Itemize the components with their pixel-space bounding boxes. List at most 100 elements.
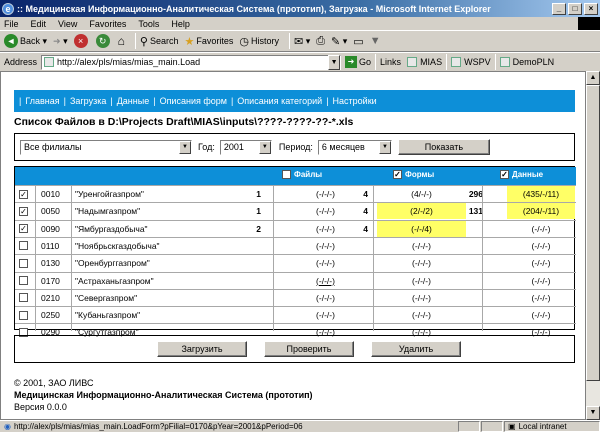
row-name: "Астраханьгазпром" xyxy=(75,275,154,286)
link-mias[interactable]: MIAS xyxy=(407,57,442,67)
link-wspv[interactable]: WSPV xyxy=(451,57,491,67)
back-button[interactable]: ◄ Back ▾ xyxy=(4,34,47,48)
row-data-status: (204/-/11) xyxy=(507,203,575,220)
load-button[interactable]: Загрузить xyxy=(157,341,247,357)
windows-logo-icon xyxy=(578,17,600,30)
menu-file[interactable]: File xyxy=(4,19,19,29)
row-checkbox[interactable]: ✓ xyxy=(19,224,28,234)
row-forms-status: (2/-/2) xyxy=(377,203,466,220)
nav-form-descriptions[interactable]: Описания форм xyxy=(160,96,227,106)
discuss-icon: ▭ xyxy=(353,35,364,48)
maximize-button[interactable]: □ xyxy=(568,2,582,15)
row-files-count: 1 xyxy=(256,206,261,217)
row-code: 0090 xyxy=(41,223,60,234)
nav-data[interactable]: Данные xyxy=(117,96,150,106)
row-checkbox[interactable] xyxy=(19,258,28,268)
back-arrow-icon: ◄ xyxy=(4,34,18,48)
row-name: "Уренгойгазпром" xyxy=(75,189,144,199)
history-icon: ◷ xyxy=(239,35,249,48)
page-icon xyxy=(499,57,510,67)
nav-home[interactable]: Главная xyxy=(25,96,59,106)
mail-icon: ✉ xyxy=(293,35,304,48)
period-select[interactable]: 6 месяцев ▼ xyxy=(317,139,392,155)
row-files-count: 1 xyxy=(256,189,261,199)
year-value: 2001 xyxy=(223,142,244,152)
column-divider xyxy=(482,185,483,331)
files-table: Файлы ✓ Формы ✓ Данные ✓ 0010 "Уренгойгазпро… xyxy=(14,166,576,337)
link-demopln[interactable]: DemoPLN xyxy=(499,57,554,67)
menu-favorites[interactable]: Favorites xyxy=(89,19,126,29)
nav-separator: | xyxy=(153,96,156,106)
menu-help[interactable]: Help xyxy=(171,19,190,29)
status-text: http://alex/pls/mias/mias_main.LoadForm?… xyxy=(13,422,303,431)
minimize-button[interactable]: _ xyxy=(552,2,566,15)
row-files-count xyxy=(255,273,261,289)
row-forms-count: 4 xyxy=(363,206,368,217)
address-input[interactable]: http://alex/pls/mias/mias_main.Load ▼ xyxy=(41,54,342,70)
row-files-count xyxy=(255,307,261,323)
row-files-count xyxy=(255,290,261,306)
close-button[interactable]: × xyxy=(584,2,598,15)
branch-select[interactable]: Все филиалы ▼ xyxy=(20,139,192,155)
menu-view[interactable]: View xyxy=(58,19,77,29)
row-code: 0010 xyxy=(41,189,60,199)
forward-button[interactable]: ➜ ▾ xyxy=(53,36,68,47)
intranet-icon: ▣ xyxy=(508,422,516,431)
stop-button[interactable]: × xyxy=(73,34,90,48)
nav-separator: | xyxy=(19,96,22,106)
row-checkbox[interactable] xyxy=(19,310,28,320)
menu-tools[interactable]: Tools xyxy=(138,19,159,29)
address-dropdown-button[interactable]: ▼ xyxy=(328,54,341,70)
scroll-down-button[interactable]: ▼ xyxy=(586,406,600,420)
nav-settings[interactable]: Настройки xyxy=(333,96,377,106)
row-forms-count xyxy=(356,307,368,323)
files-header-checkbox[interactable] xyxy=(282,170,291,179)
row-data-status: (-/-/-) xyxy=(531,275,551,286)
row-data-count: 296 xyxy=(468,189,483,199)
row-forms-status: (-/-/-) xyxy=(412,275,431,286)
favorites-label: Favorites xyxy=(196,36,234,46)
nav-category-descriptions[interactable]: Описания категорий xyxy=(237,96,322,106)
edit-button[interactable]: ✎ ▾ xyxy=(331,35,347,48)
delete-button[interactable]: Удалить xyxy=(371,341,461,357)
menu-edit[interactable]: Edit xyxy=(31,19,47,29)
mail-button[interactable]: ✉ ▾ xyxy=(294,35,310,48)
discuss-button[interactable]: ▭ xyxy=(353,35,363,48)
page-content: | Главная | Загрузка | Данные | Описания фор… xyxy=(0,71,586,420)
history-button[interactable]: ◷ History xyxy=(239,35,279,48)
row-data-count xyxy=(461,255,483,271)
row-code: 0110 xyxy=(41,240,60,251)
row-data-count xyxy=(461,238,483,254)
row-name: "Надымгазпром" xyxy=(75,206,141,217)
row-forms-status: (-/-/-) xyxy=(412,292,431,303)
refresh-button[interactable]: ↻ xyxy=(95,34,112,48)
data-header-checkbox[interactable]: ✓ xyxy=(500,170,509,179)
forms-header-checkbox[interactable]: ✓ xyxy=(393,170,402,179)
action-panel: Загрузить Проверить Удалить xyxy=(14,335,575,363)
year-select[interactable]: 2001 ▼ xyxy=(219,139,272,155)
row-checkbox[interactable] xyxy=(19,276,28,285)
row-checkbox[interactable] xyxy=(19,241,28,251)
search-button[interactable]: ⚲ Search xyxy=(140,35,179,48)
row-data-status: (-/-/-) xyxy=(531,258,551,269)
home-icon: ⌂ xyxy=(117,34,125,48)
row-checkbox[interactable] xyxy=(19,293,28,303)
page-icon xyxy=(407,57,418,67)
footer-system-name: Медицинская Информационно-Аналитическая … xyxy=(14,390,313,400)
row-checkbox[interactable]: ✓ xyxy=(19,189,28,199)
favorites-button[interactable]: ★ Favorites xyxy=(184,35,233,48)
security-zone: ▣ Local intranet xyxy=(504,421,600,432)
home-button[interactable]: ⌂ xyxy=(118,34,125,48)
row-checkbox[interactable]: ✓ xyxy=(19,206,28,216)
period-label: Период: xyxy=(278,142,313,152)
messenger-button[interactable]: ▼ xyxy=(370,35,381,47)
nav-load[interactable]: Загрузка xyxy=(70,96,106,106)
print-button[interactable]: ⎙ xyxy=(316,35,325,48)
show-button[interactable]: Показать xyxy=(397,139,490,155)
row-code: 0170 xyxy=(41,275,60,286)
scroll-thumb[interactable] xyxy=(586,85,600,381)
vertical-scrollbar[interactable]: ▲ ▼ xyxy=(586,71,600,420)
go-button[interactable]: ➜ Go xyxy=(345,56,371,68)
check-button[interactable]: Проверить xyxy=(264,341,354,357)
scroll-up-button[interactable]: ▲ xyxy=(586,71,600,85)
